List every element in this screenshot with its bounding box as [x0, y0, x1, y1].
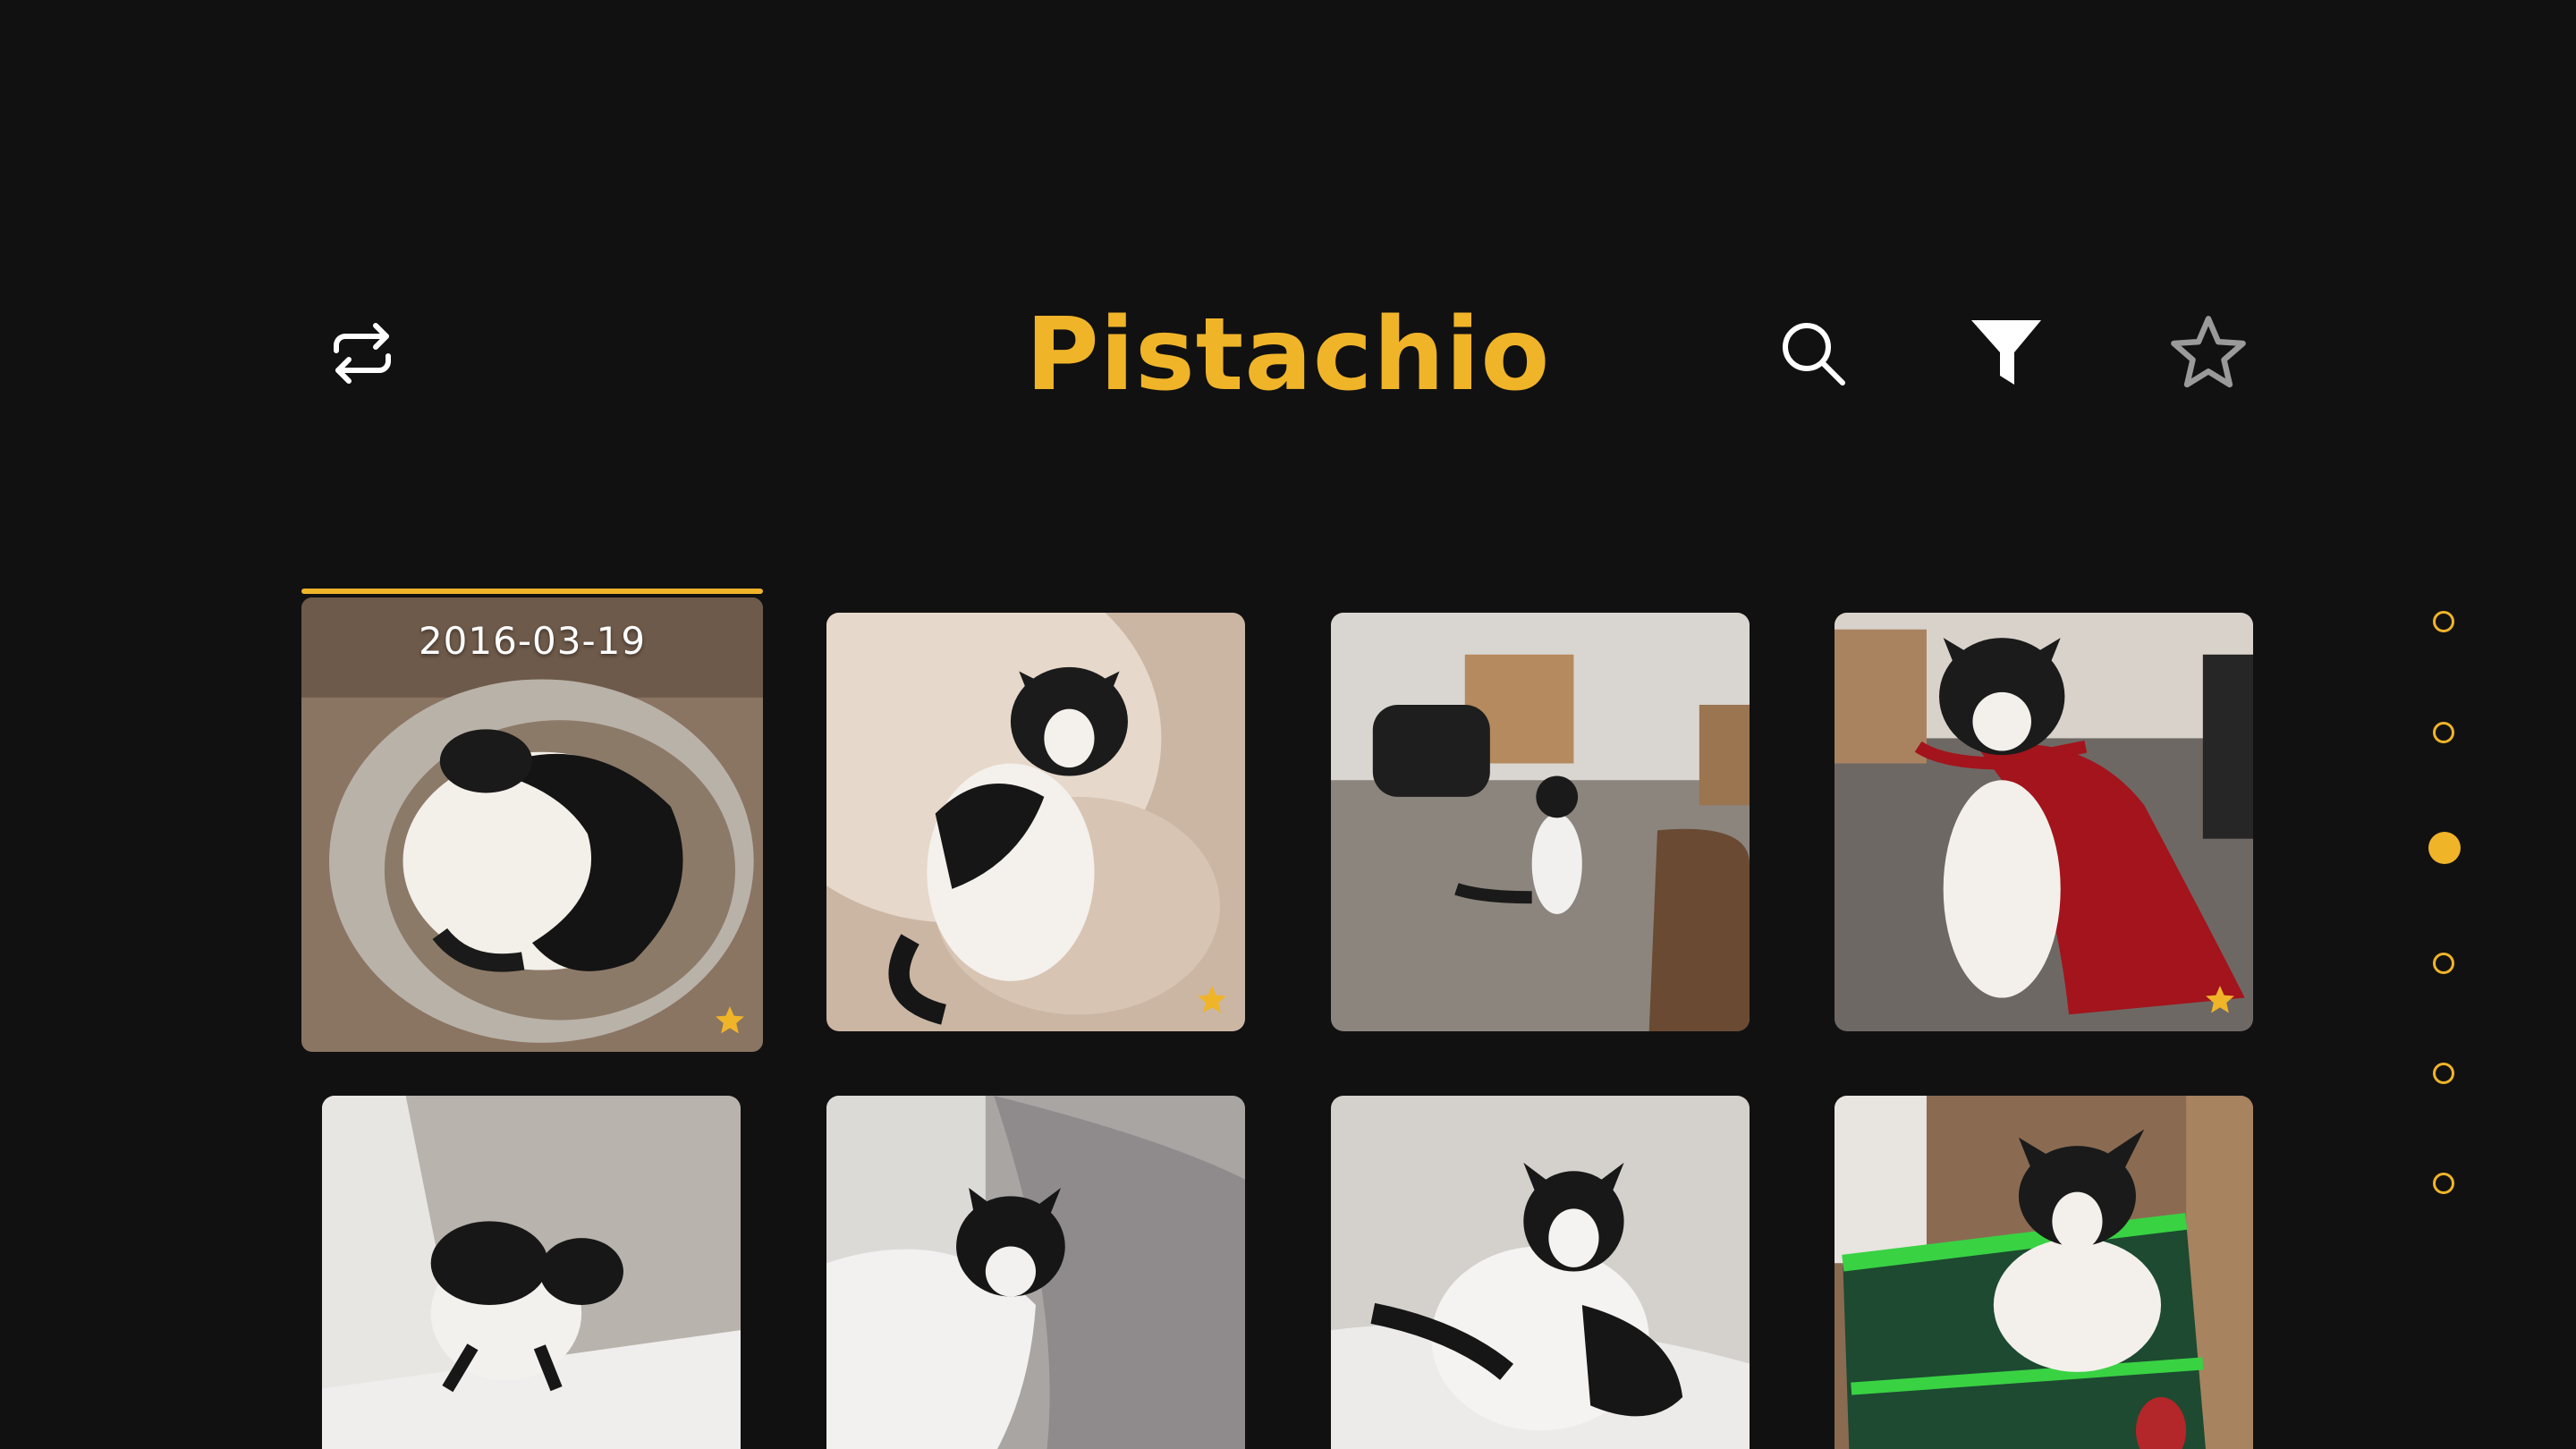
- repeat-icon: [334, 323, 391, 384]
- filter-icon: [1971, 320, 2041, 385]
- page-dot[interactable]: [2433, 953, 2454, 974]
- repeat-button[interactable]: [313, 304, 411, 402]
- cat-photo-thumbnail: [1331, 613, 1750, 1031]
- cat-photo-thumbnail: [826, 1096, 1245, 1449]
- search-button[interactable]: [1764, 304, 1862, 402]
- photo-tile[interactable]: [1835, 613, 2253, 1031]
- cat-photo-thumbnail: [826, 613, 1245, 1031]
- cat-photo-thumbnail: [1331, 1096, 1750, 1449]
- photo-tile[interactable]: [826, 1096, 1245, 1449]
- favorite-star-icon: [2206, 986, 2234, 1013]
- favorite-star-icon: [716, 1006, 744, 1034]
- cat-photo-thumbnail: [322, 1096, 741, 1449]
- search-icon: [1783, 323, 1845, 386]
- photo-tile[interactable]: [1331, 613, 1750, 1031]
- cat-photo-thumbnail: [1835, 613, 2253, 1031]
- page-dot[interactable]: [2433, 611, 2454, 632]
- cat-photo-thumbnail: [301, 597, 763, 1052]
- photo-date-label: 2016-03-19: [418, 619, 647, 663]
- photo-tile[interactable]: [1331, 1096, 1750, 1449]
- star-outline-icon: [2171, 316, 2246, 388]
- page-dot[interactable]: [2433, 722, 2454, 743]
- app-title: Pistachio: [1025, 297, 1551, 413]
- photo-tile[interactable]: 2016-03-19: [301, 597, 763, 1052]
- page-dot[interactable]: [2433, 1063, 2454, 1084]
- favorite-star-icon: [1198, 986, 1226, 1013]
- photo-tile[interactable]: [1835, 1096, 2253, 1449]
- photo-tile[interactable]: [826, 613, 1245, 1031]
- photo-browser-screen: Pistachio 2016-03-19: [0, 0, 2576, 1449]
- focus-indicator-bar: [301, 589, 763, 594]
- photo-tile[interactable]: [322, 1096, 741, 1449]
- page-dot[interactable]: [2433, 1173, 2454, 1194]
- page-dot-active[interactable]: [2428, 832, 2461, 864]
- filter-button[interactable]: [1957, 304, 2055, 402]
- cat-photo-thumbnail: [1835, 1096, 2253, 1449]
- favorites-button[interactable]: [2159, 304, 2258, 402]
